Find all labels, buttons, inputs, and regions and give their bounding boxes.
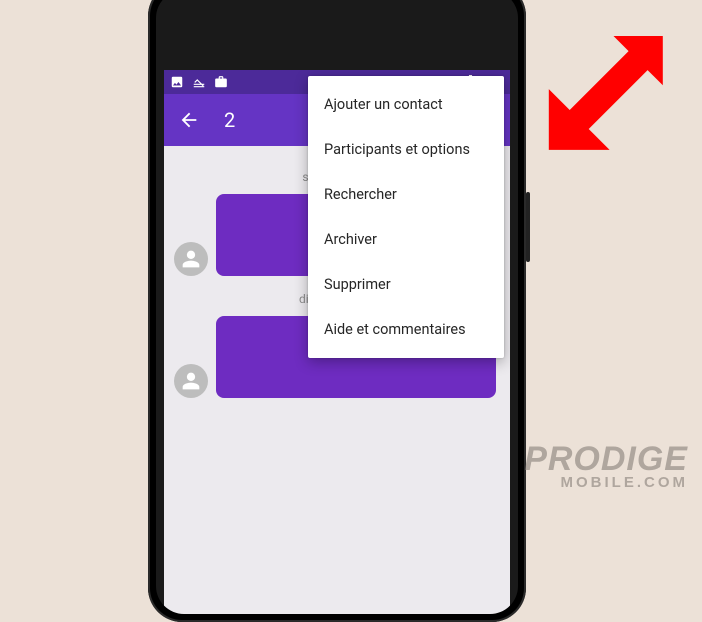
conversation-title: 2	[224, 108, 235, 132]
menu-item-search[interactable]: Rechercher	[308, 172, 504, 217]
briefcase-icon	[214, 75, 228, 89]
checklist-icon	[192, 75, 206, 89]
back-button[interactable]	[178, 109, 200, 131]
watermark-line2: MOBILE.COM	[524, 476, 688, 490]
avatar[interactable]	[174, 242, 208, 276]
overflow-menu: Ajouter un contact Participants et optio…	[308, 76, 504, 358]
annotation-arrow-icon	[532, 36, 682, 186]
menu-item-delete[interactable]: Supprimer	[308, 262, 504, 307]
phone-side-button	[526, 192, 530, 262]
person-icon	[181, 371, 201, 391]
watermark: PRODIGE MOBILE.COM	[524, 443, 688, 490]
image-icon	[170, 75, 184, 89]
menu-item-archive[interactable]: Archiver	[308, 217, 504, 262]
arrow-left-icon	[178, 109, 200, 131]
person-icon	[181, 249, 201, 269]
menu-item-add-contact[interactable]: Ajouter un contact	[308, 82, 504, 127]
watermark-line1: PRODIGE	[524, 443, 688, 475]
phone-frame: 4G 11:5 2 samedi 25 fé	[148, 0, 526, 622]
screen: 4G 11:5 2 samedi 25 fé	[164, 70, 510, 614]
menu-item-participants[interactable]: Participants et options	[308, 127, 504, 172]
phone-bezel: 4G 11:5 2 samedi 25 fé	[156, 0, 518, 614]
avatar[interactable]	[174, 364, 208, 398]
menu-item-help[interactable]: Aide et commentaires	[308, 307, 504, 352]
